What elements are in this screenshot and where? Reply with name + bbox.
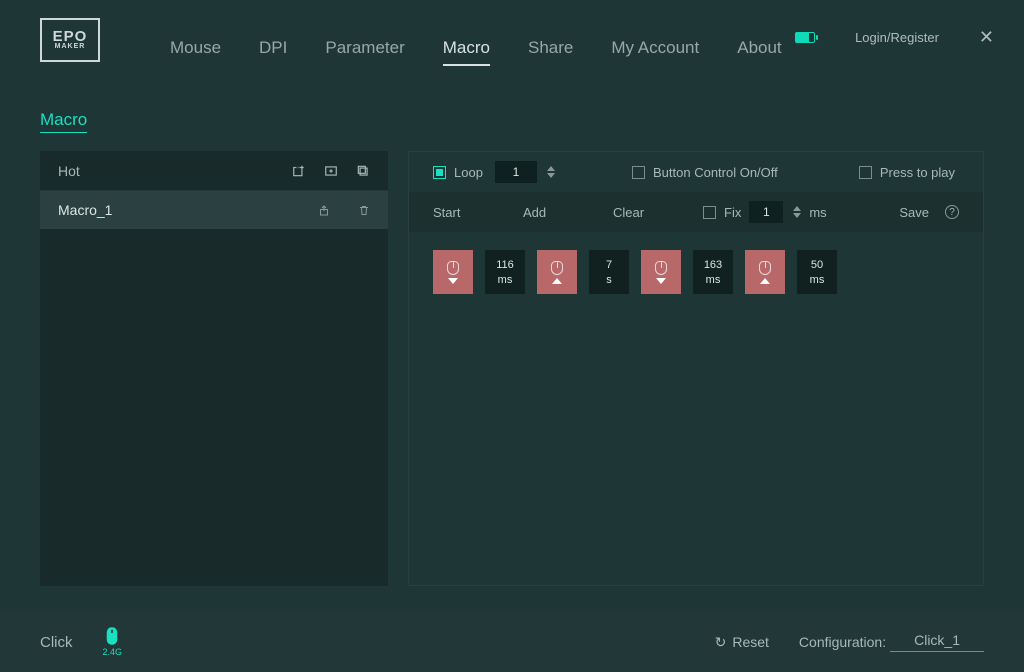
mouse-icon — [759, 261, 771, 275]
connection-mode[interactable]: 2.4G — [103, 627, 123, 657]
nav-dpi[interactable]: DPI — [259, 38, 287, 66]
clear-button[interactable]: Clear — [613, 205, 703, 220]
export-icon[interactable] — [292, 164, 306, 178]
delay-value: 50 — [811, 259, 823, 271]
help-icon[interactable]: ? — [945, 205, 959, 219]
delay-unit: s — [606, 274, 612, 286]
sequence-key-event[interactable] — [745, 250, 785, 294]
press-to-play-checkbox[interactable] — [859, 166, 872, 179]
loop-value-input[interactable]: 1 — [495, 161, 537, 183]
macro-list-item[interactable]: Macro_1 — [40, 191, 388, 229]
mouse-icon — [551, 261, 563, 275]
delete-icon[interactable] — [358, 204, 370, 217]
macro-sequence: 116ms7s163ms50ms — [409, 232, 983, 312]
main-nav: Mouse DPI Parameter Macro Share My Accou… — [170, 38, 782, 66]
fix-unit: ms — [809, 205, 826, 220]
loop-checkbox[interactable] — [433, 166, 446, 179]
close-button[interactable]: ✕ — [979, 27, 994, 48]
sidebar-title: Hot — [58, 163, 80, 179]
reset-icon: ↻ — [715, 634, 727, 651]
nav-share[interactable]: Share — [528, 38, 573, 66]
mouse-icon — [655, 261, 667, 275]
nav-parameter[interactable]: Parameter — [325, 38, 404, 66]
fix-value-input[interactable]: 1 — [749, 201, 783, 223]
sequence-key-event[interactable] — [537, 250, 577, 294]
save-button[interactable]: Save — [899, 205, 929, 220]
press-to-play-label: Press to play — [880, 165, 955, 180]
app-header: EPO MAKER Mouse DPI Parameter Macro Shar… — [0, 0, 1024, 80]
delay-unit: ms — [498, 274, 513, 286]
mouse-icon — [447, 261, 459, 275]
loop-stepper[interactable] — [547, 166, 555, 178]
footer: Click 2.4G ↻ Reset Configuration: Click_… — [0, 612, 1024, 672]
footer-click-label: Click — [40, 634, 73, 651]
macro-item-name: Macro_1 — [58, 202, 112, 218]
login-link[interactable]: Login/Register — [855, 30, 939, 45]
nav-macro[interactable]: Macro — [443, 38, 490, 66]
arrow-up-icon — [552, 278, 562, 284]
sequence-delay[interactable]: 7s — [589, 250, 629, 294]
sequence-delay[interactable]: 116 ms — [485, 250, 525, 294]
button-control-checkbox[interactable] — [632, 166, 645, 179]
arrow-down-icon — [448, 278, 458, 284]
sequence-key-event[interactable] — [641, 250, 681, 294]
sequence-delay[interactable]: 163 ms — [693, 250, 733, 294]
copy-icon[interactable] — [356, 164, 370, 178]
add-folder-icon[interactable] — [324, 164, 338, 178]
brand-logo: EPO MAKER — [40, 18, 100, 62]
sequence-key-event[interactable] — [433, 250, 473, 294]
delay-value: 7 — [606, 259, 612, 271]
loop-label: Loop — [454, 165, 483, 180]
macro-sidebar: Hot Macro_1 — [40, 151, 388, 586]
config-value[interactable]: Click_1 — [890, 632, 984, 652]
config-label: Configuration: — [799, 634, 886, 650]
arrow-down-icon — [656, 278, 666, 284]
delay-value: 116 — [496, 259, 514, 271]
delay-unit: ms — [810, 274, 825, 286]
arrow-up-icon — [760, 278, 770, 284]
fix-label: Fix — [724, 205, 741, 220]
sequence-delay[interactable]: 50 ms — [797, 250, 837, 294]
nav-account[interactable]: My Account — [611, 38, 699, 66]
battery-icon — [795, 32, 815, 43]
fix-checkbox[interactable] — [703, 206, 716, 219]
button-control-label: Button Control On/Off — [653, 165, 778, 180]
fix-stepper[interactable] — [793, 206, 801, 218]
macro-editor: Loop 1 Button Control On/Off Press to pl… — [408, 151, 984, 586]
start-button[interactable]: Start — [433, 205, 523, 220]
add-button[interactable]: Add — [523, 205, 613, 220]
nav-about[interactable]: About — [737, 38, 781, 66]
nav-mouse[interactable]: Mouse — [170, 38, 221, 66]
reset-button[interactable]: ↻ Reset — [715, 634, 769, 651]
delay-unit: ms — [706, 274, 721, 286]
delay-value: 163 — [704, 259, 722, 271]
page-title: Macro — [40, 110, 87, 133]
share-icon[interactable] — [318, 204, 330, 217]
